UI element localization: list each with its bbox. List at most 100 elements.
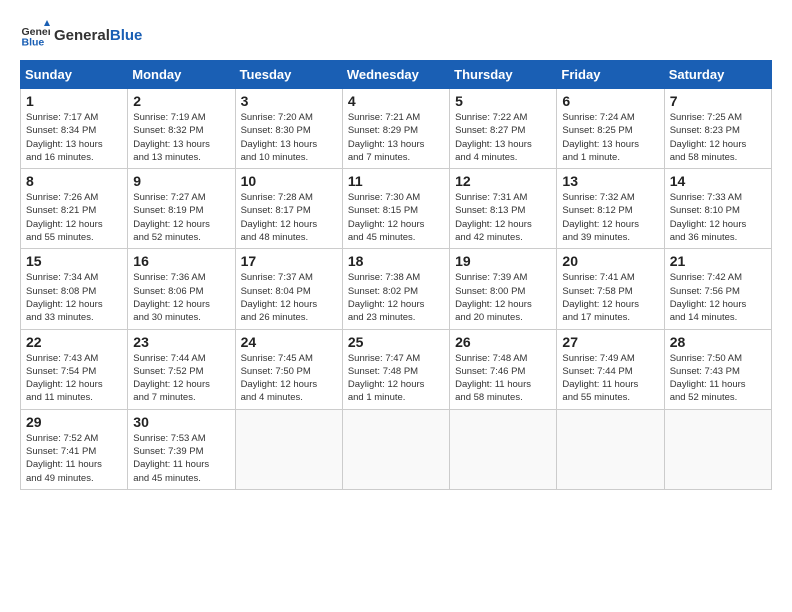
day-number: 20	[562, 253, 658, 269]
day-info: Sunrise: 7:37 AM Sunset: 8:04 PM Dayligh…	[241, 271, 337, 324]
calendar-cell: 4 Sunrise: 7:21 AM Sunset: 8:29 PM Daylig…	[342, 89, 449, 169]
day-number: 10	[241, 173, 337, 189]
calendar-week-row: 8Sunrise: 7:26 AM Sunset: 8:21 PM Daylig…	[21, 169, 772, 249]
day-number: 17	[241, 253, 337, 269]
day-number: 2	[133, 93, 229, 109]
col-header-sunday: Sunday	[21, 61, 128, 89]
day-number: 24	[241, 334, 337, 350]
day-info: Sunrise: 7:49 AM Sunset: 7:44 PM Dayligh…	[562, 352, 658, 405]
calendar-week-row: 22 Sunrise: 7:43 AM Sunset: 7:54 PM Dayli…	[21, 329, 772, 409]
day-number: 1	[26, 93, 122, 109]
calendar-cell: 29Sunrise: 7:52 AM Sunset: 7:41 PM Dayli…	[21, 409, 128, 489]
day-number: 19	[455, 253, 551, 269]
calendar-cell	[450, 409, 557, 489]
calendar-cell: 12 Sunrise: 7:31 AM Sunset: 8:13 PM Dayli…	[450, 169, 557, 249]
calendar-week-row: 15 Sunrise: 7:34 AM Sunset: 8:08 PM Dayli…	[21, 249, 772, 329]
calendar-cell: 27 Sunrise: 7:49 AM Sunset: 7:44 PM Dayli…	[557, 329, 664, 409]
calendar-cell: 25 Sunrise: 7:47 AM Sunset: 7:48 PM Dayli…	[342, 329, 449, 409]
calendar-cell: 16 Sunrise: 7:36 AM Sunset: 8:06 PM Dayli…	[128, 249, 235, 329]
day-number: 26	[455, 334, 551, 350]
calendar-cell: 22 Sunrise: 7:43 AM Sunset: 7:54 PM Dayli…	[21, 329, 128, 409]
day-info: Sunrise: 7:53 AM Sunset: 7:39 PM Dayligh…	[133, 432, 229, 485]
day-info: Sunrise: 7:36 AM Sunset: 8:06 PM Dayligh…	[133, 271, 229, 324]
day-info: Sunrise: 7:41 AM Sunset: 7:58 PM Dayligh…	[562, 271, 658, 324]
day-number: 13	[562, 173, 658, 189]
day-number: 18	[348, 253, 444, 269]
day-info: Sunrise: 7:30 AM Sunset: 8:15 PM Dayligh…	[348, 191, 444, 244]
day-info: Sunrise: 7:19 AM Sunset: 8:32 PM Dayligh…	[133, 111, 229, 164]
day-number: 16	[133, 253, 229, 269]
day-info: Sunrise: 7:28 AM Sunset: 8:17 PM Dayligh…	[241, 191, 337, 244]
col-header-friday: Friday	[557, 61, 664, 89]
day-info: Sunrise: 7:32 AM Sunset: 8:12 PM Dayligh…	[562, 191, 658, 244]
calendar-cell: 19 Sunrise: 7:39 AM Sunset: 8:00 PM Dayli…	[450, 249, 557, 329]
day-number: 5	[455, 93, 551, 109]
day-number: 27	[562, 334, 658, 350]
page-header: General Blue GeneralBlue	[20, 20, 772, 50]
svg-text:Blue: Blue	[22, 37, 45, 49]
day-number: 6	[562, 93, 658, 109]
day-number: 7	[670, 93, 766, 109]
calendar-cell: 10 Sunrise: 7:28 AM Sunset: 8:17 PM Dayli…	[235, 169, 342, 249]
col-header-monday: Monday	[128, 61, 235, 89]
day-number: 9	[133, 173, 229, 189]
day-info: Sunrise: 7:45 AM Sunset: 7:50 PM Dayligh…	[241, 352, 337, 405]
calendar-cell: 9 Sunrise: 7:27 AM Sunset: 8:19 PM Daylig…	[128, 169, 235, 249]
day-number: 23	[133, 334, 229, 350]
calendar-cell: 17 Sunrise: 7:37 AM Sunset: 8:04 PM Dayli…	[235, 249, 342, 329]
calendar-cell: 8Sunrise: 7:26 AM Sunset: 8:21 PM Daylig…	[21, 169, 128, 249]
calendar-cell: 30Sunrise: 7:53 AM Sunset: 7:39 PM Dayli…	[128, 409, 235, 489]
day-info: Sunrise: 7:22 AM Sunset: 8:27 PM Dayligh…	[455, 111, 551, 164]
calendar-cell: 1 Sunrise: 7:17 AM Sunset: 8:34 PM Daylig…	[21, 89, 128, 169]
calendar-cell	[342, 409, 449, 489]
day-number: 4	[348, 93, 444, 109]
logo-icon: General Blue	[20, 20, 50, 50]
day-number: 15	[26, 253, 122, 269]
calendar-cell	[664, 409, 771, 489]
col-header-saturday: Saturday	[664, 61, 771, 89]
calendar-cell: 21 Sunrise: 7:42 AM Sunset: 7:56 PM Dayli…	[664, 249, 771, 329]
day-number: 21	[670, 253, 766, 269]
day-number: 22	[26, 334, 122, 350]
calendar-week-row: 29Sunrise: 7:52 AM Sunset: 7:41 PM Dayli…	[21, 409, 772, 489]
day-info: Sunrise: 7:42 AM Sunset: 7:56 PM Dayligh…	[670, 271, 766, 324]
calendar-week-row: 1 Sunrise: 7:17 AM Sunset: 8:34 PM Daylig…	[21, 89, 772, 169]
calendar-cell: 7 Sunrise: 7:25 AM Sunset: 8:23 PM Daylig…	[664, 89, 771, 169]
calendar-header-row: SundayMondayTuesdayWednesdayThursdayFrid…	[21, 61, 772, 89]
col-header-wednesday: Wednesday	[342, 61, 449, 89]
day-number: 12	[455, 173, 551, 189]
day-info: Sunrise: 7:24 AM Sunset: 8:25 PM Dayligh…	[562, 111, 658, 164]
calendar-cell: 5 Sunrise: 7:22 AM Sunset: 8:27 PM Daylig…	[450, 89, 557, 169]
calendar-cell: 28Sunrise: 7:50 AM Sunset: 7:43 PM Dayli…	[664, 329, 771, 409]
day-info: Sunrise: 7:26 AM Sunset: 8:21 PM Dayligh…	[26, 191, 122, 244]
day-info: Sunrise: 7:20 AM Sunset: 8:30 PM Dayligh…	[241, 111, 337, 164]
day-info: Sunrise: 7:47 AM Sunset: 7:48 PM Dayligh…	[348, 352, 444, 405]
calendar-cell: 18 Sunrise: 7:38 AM Sunset: 8:02 PM Dayli…	[342, 249, 449, 329]
col-header-thursday: Thursday	[450, 61, 557, 89]
day-info: Sunrise: 7:21 AM Sunset: 8:29 PM Dayligh…	[348, 111, 444, 164]
calendar-cell: 11 Sunrise: 7:30 AM Sunset: 8:15 PM Dayli…	[342, 169, 449, 249]
day-info: Sunrise: 7:27 AM Sunset: 8:19 PM Dayligh…	[133, 191, 229, 244]
day-info: Sunrise: 7:17 AM Sunset: 8:34 PM Dayligh…	[26, 111, 122, 164]
logo-text: GeneralBlue	[54, 27, 142, 44]
calendar-cell: 24 Sunrise: 7:45 AM Sunset: 7:50 PM Dayli…	[235, 329, 342, 409]
day-info: Sunrise: 7:44 AM Sunset: 7:52 PM Dayligh…	[133, 352, 229, 405]
calendar-cell: 14Sunrise: 7:33 AM Sunset: 8:10 PM Dayli…	[664, 169, 771, 249]
col-header-tuesday: Tuesday	[235, 61, 342, 89]
day-info: Sunrise: 7:48 AM Sunset: 7:46 PM Dayligh…	[455, 352, 551, 405]
day-info: Sunrise: 7:43 AM Sunset: 7:54 PM Dayligh…	[26, 352, 122, 405]
day-number: 25	[348, 334, 444, 350]
day-info: Sunrise: 7:39 AM Sunset: 8:00 PM Dayligh…	[455, 271, 551, 324]
calendar-cell: 23 Sunrise: 7:44 AM Sunset: 7:52 PM Dayli…	[128, 329, 235, 409]
day-info: Sunrise: 7:34 AM Sunset: 8:08 PM Dayligh…	[26, 271, 122, 324]
calendar-cell: 20 Sunrise: 7:41 AM Sunset: 7:58 PM Dayli…	[557, 249, 664, 329]
calendar-cell	[557, 409, 664, 489]
day-info: Sunrise: 7:25 AM Sunset: 8:23 PM Dayligh…	[670, 111, 766, 164]
day-number: 11	[348, 173, 444, 189]
day-info: Sunrise: 7:38 AM Sunset: 8:02 PM Dayligh…	[348, 271, 444, 324]
calendar-cell: 3Sunrise: 7:20 AM Sunset: 8:30 PM Daylig…	[235, 89, 342, 169]
day-number: 28	[670, 334, 766, 350]
day-info: Sunrise: 7:31 AM Sunset: 8:13 PM Dayligh…	[455, 191, 551, 244]
calendar-cell	[235, 409, 342, 489]
calendar-cell: 26 Sunrise: 7:48 AM Sunset: 7:46 PM Dayli…	[450, 329, 557, 409]
